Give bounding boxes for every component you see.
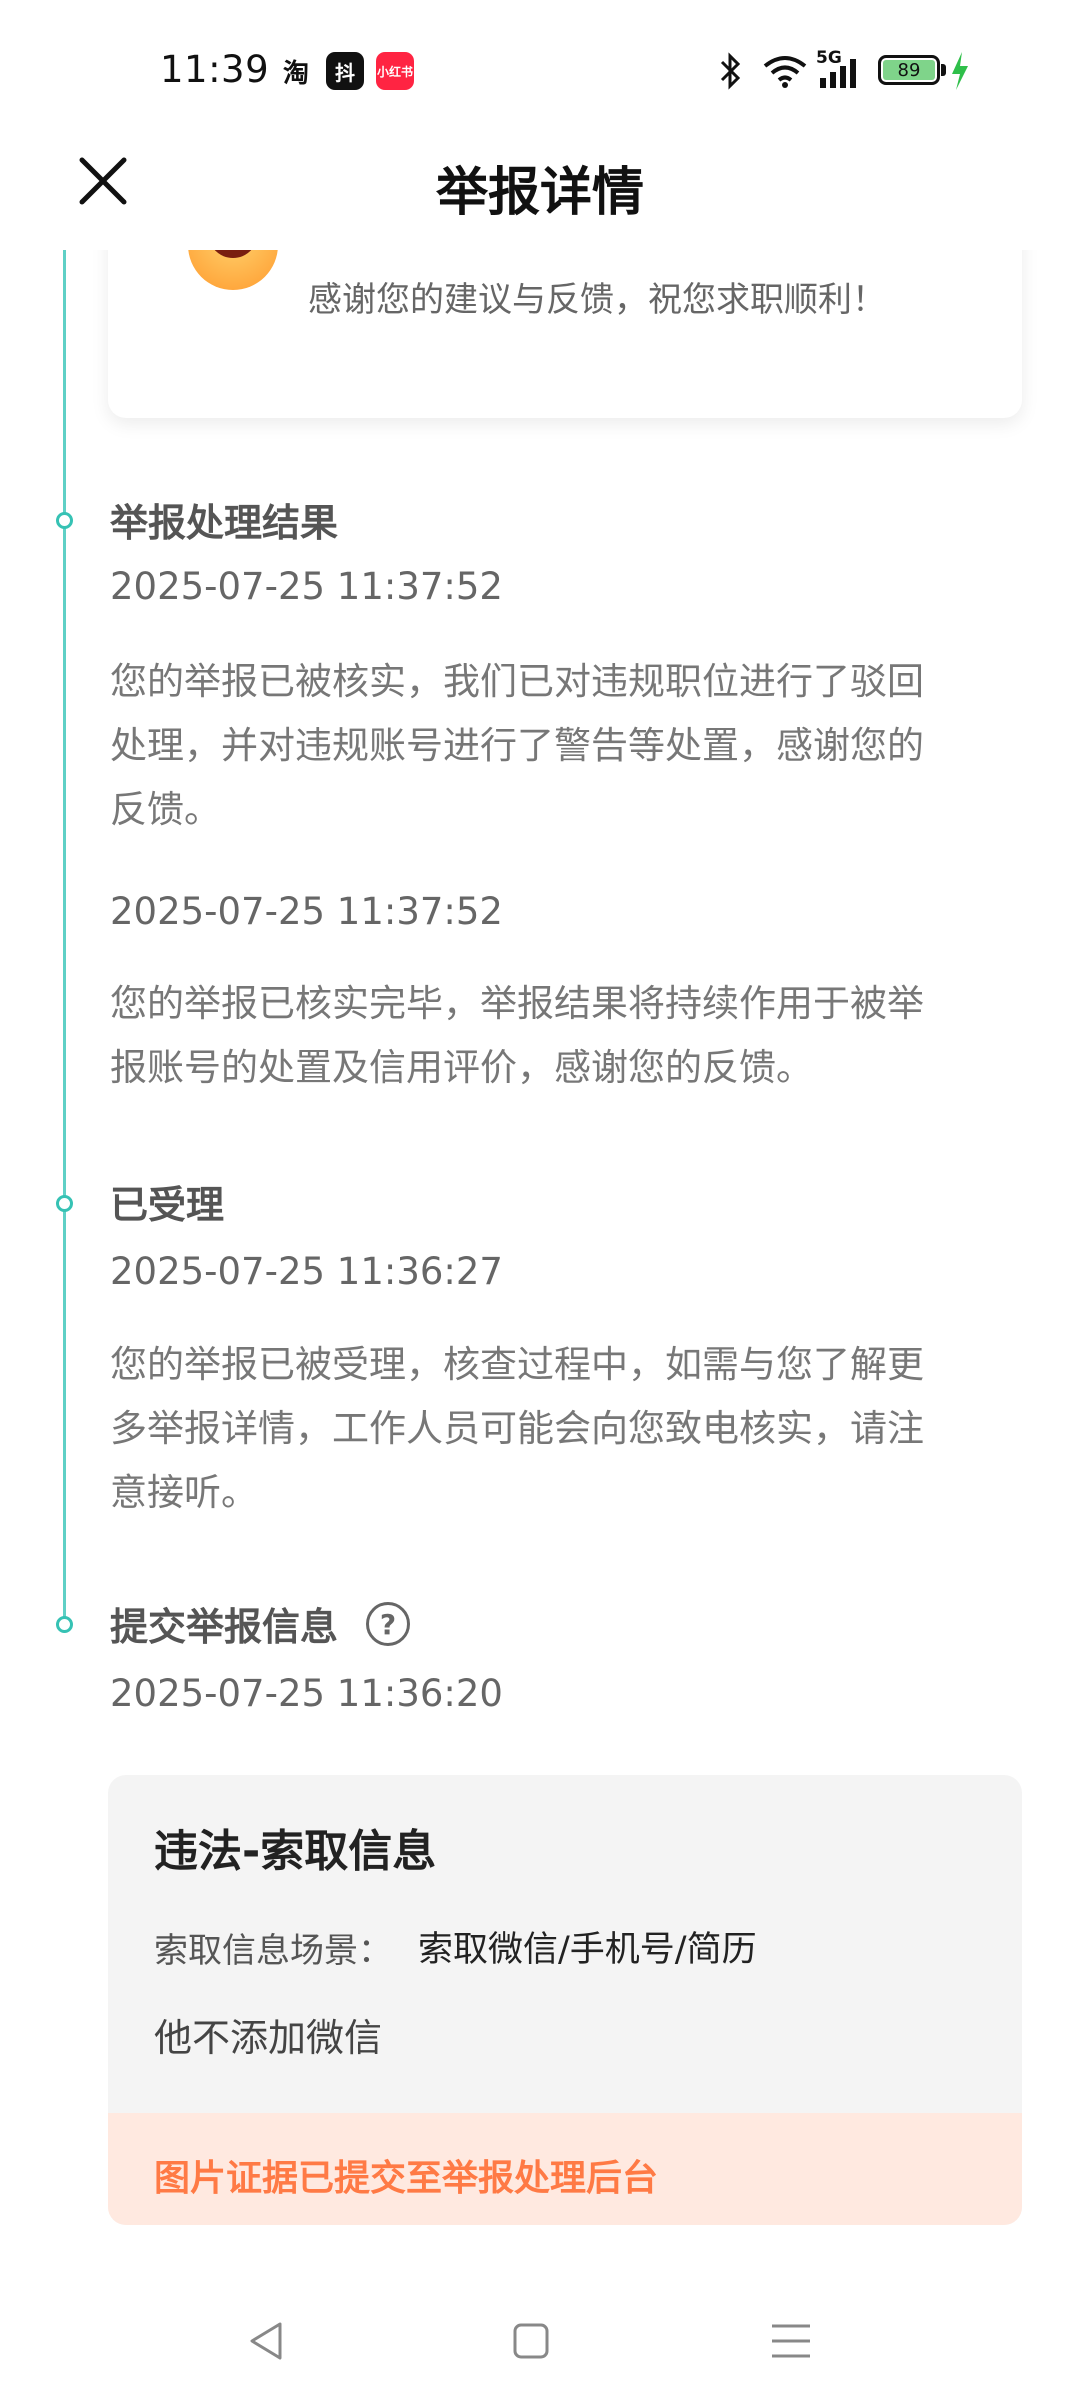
wifi-icon <box>763 56 807 88</box>
report-type-title: 违法-索取信息 <box>154 1826 437 1877</box>
battery-cap <box>941 64 946 76</box>
page-title: 举报详情 <box>435 163 644 223</box>
timeline-time: 2025-07-25 11:36:20 <box>110 1672 503 1715</box>
charging-icon <box>952 52 968 90</box>
description-line: 您的举报已核实完毕，举报结果将持续作用于被举 <box>110 982 924 1025</box>
status-bar: 11:39 淘 抖 小红书 5G 89 <box>0 0 1080 140</box>
timeline-time: 2025-07-25 11:36:27 <box>110 1250 503 1293</box>
timeline-description: 您的举报已被受理，核查过程中，如需与您了解更 多举报详情，工作人员可能会向您致电… <box>110 1333 1010 1525</box>
back-icon[interactable] <box>242 2316 292 2366</box>
timeline-dot <box>56 1616 73 1633</box>
home-icon[interactable] <box>506 2316 556 2366</box>
timeline-dot <box>56 512 73 529</box>
taobao-app-icon: 淘 <box>282 58 309 89</box>
description-line: 多举报详情，工作人员可能会向您致电核实，请注 <box>110 1407 924 1450</box>
battery-icon: 89 <box>878 55 940 85</box>
evidence-banner: 图片证据已提交至举报处理后台 <box>108 2113 1022 2225</box>
description-line: 反馈。 <box>110 788 221 831</box>
timeline-time: 2025-07-25 11:37:52 <box>110 565 503 608</box>
bluetooth-icon <box>720 52 741 90</box>
douyin-app-icon: 抖 <box>326 52 364 90</box>
timeline-title: 已受理 <box>110 1183 225 1227</box>
timeline-description: 您的举报已被核实，我们已对违规职位进行了驳回 处理，并对违规账号进行了警告等处置… <box>110 650 1010 842</box>
description-line: 您的举报已被核实，我们已对违规职位进行了驳回 <box>110 660 924 703</box>
scene-value: 索取微信/手机号/简历 <box>418 1930 757 1970</box>
xiaohongshu-app-icon: 小红书 <box>376 52 414 90</box>
description-line: 您的举报已被受理，核查过程中，如需与您了解更 <box>110 1343 924 1386</box>
signal-icon <box>820 59 856 88</box>
description-line: 意接听。 <box>110 1471 258 1514</box>
menu-icon[interactable] <box>766 2316 816 2366</box>
timeline-line <box>63 250 66 1630</box>
timeline-title: 提交举报信息 <box>110 1605 339 1649</box>
timeline-time: 2025-07-25 11:37:52 <box>110 890 503 933</box>
timeline-description: 您的举报已核实完毕，举报结果将持续作用于被举 报账号的处置及信用评价，感谢您的反… <box>110 972 1010 1100</box>
status-time: 11:39 <box>160 48 270 91</box>
feedback-text: 感谢您的建议与反馈，祝您求职顺利！ <box>308 280 886 320</box>
description-line: 处理，并对违规账号进行了警告等处置，感谢您的 <box>110 724 924 767</box>
help-icon[interactable]: ? <box>366 1602 410 1646</box>
report-note: 他不添加微信 <box>154 2016 383 2060</box>
scene-label: 索取信息场景： <box>154 1931 392 1971</box>
evidence-banner-text: 图片证据已提交至举报处理后台 <box>154 2158 659 2199</box>
battery-level: 89 <box>883 60 935 81</box>
timeline-title: 举报处理结果 <box>110 501 339 545</box>
description-line: 报账号的处置及信用评价，感谢您的反馈。 <box>110 1046 813 1089</box>
timeline-dot <box>56 1195 73 1212</box>
report-info-card: 违法-索取信息 索取信息场景： 索取微信/手机号/简历 他不添加微信 图片证据已… <box>108 1775 1022 2225</box>
